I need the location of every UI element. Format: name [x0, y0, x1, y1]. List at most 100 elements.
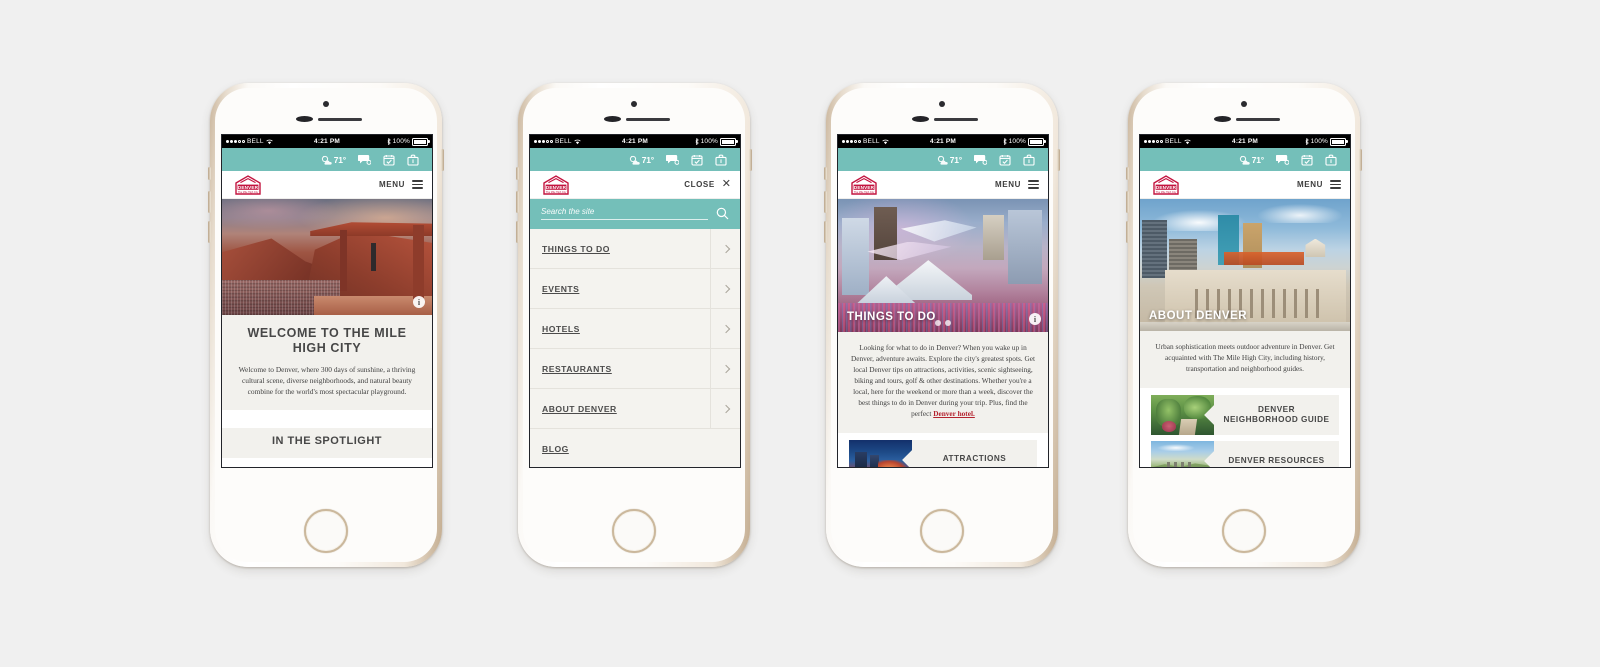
- temperature-label: 71°: [641, 154, 654, 165]
- calendar-check-icon[interactable]: [383, 154, 395, 166]
- weather-widget[interactable]: 71°: [629, 155, 654, 165]
- volume-down-button[interactable]: [208, 221, 211, 243]
- briefcase-icon[interactable]: [715, 154, 727, 166]
- next-section-band: IN THE SPOTLIGHT: [222, 428, 432, 459]
- briefcase-icon[interactable]: [1325, 154, 1337, 166]
- card-list-things-to-do: ATTRACTIONS: [838, 432, 1048, 467]
- chat-bubble-icon[interactable]: [358, 154, 371, 165]
- main-nav-list: THINGS TO DO EVENTS HOTELS RESTAURANTS A…: [530, 229, 740, 467]
- nav-item-label: BLOG: [542, 443, 569, 454]
- volume-up-button[interactable]: [208, 191, 211, 213]
- status-bar: BELL 4:21 PM 100%: [1140, 135, 1350, 148]
- mute-switch[interactable]: [516, 167, 519, 180]
- utility-bar: 71°: [838, 148, 1048, 171]
- menu-label[interactable]: MENU: [1297, 180, 1323, 189]
- site-header: DENVER The Mile High City MENU: [838, 171, 1048, 199]
- power-button[interactable]: [1359, 149, 1362, 171]
- weather-widget[interactable]: 71°: [1239, 155, 1264, 165]
- front-camera-icon: [631, 101, 637, 107]
- volume-down-button[interactable]: [516, 221, 519, 243]
- calendar-check-icon[interactable]: [691, 154, 703, 166]
- battery-full-icon: [720, 137, 738, 146]
- carrier-label: BELL: [863, 138, 880, 145]
- power-button[interactable]: [441, 149, 444, 171]
- front-camera-icon: [1241, 101, 1247, 107]
- volume-up-button[interactable]: [1126, 191, 1129, 213]
- weather-widget[interactable]: 71°: [321, 155, 346, 165]
- search-input[interactable]: [541, 206, 708, 220]
- volume-up-button[interactable]: [516, 191, 519, 213]
- briefcase-icon[interactable]: [1023, 154, 1035, 166]
- chat-bubble-icon[interactable]: [1276, 154, 1289, 165]
- hero-things-to-do[interactable]: THINGS TO DO i: [838, 199, 1048, 332]
- card-attractions[interactable]: ATTRACTIONS: [849, 439, 1037, 467]
- hero-red-rocks[interactable]: i: [222, 199, 432, 315]
- chat-bubble-icon[interactable]: [974, 154, 987, 165]
- denver-logo[interactable]: DENVER The Mile High City: [539, 174, 573, 196]
- bluetooth-icon: [1003, 138, 1007, 145]
- mute-switch[interactable]: [208, 167, 211, 180]
- power-button[interactable]: [749, 149, 752, 171]
- mute-switch[interactable]: [1126, 167, 1129, 180]
- hero-about-denver[interactable]: ABOUT DENVER: [1140, 199, 1350, 331]
- clock-label: 4:21 PM: [314, 138, 340, 145]
- denver-logo[interactable]: DENVER The Mile High City: [847, 174, 881, 196]
- phone-device-things-to-do: BELL 4:21 PM 100% 71° DENVER The Mile Hi…: [824, 83, 1060, 567]
- hero-info-badge[interactable]: i: [1029, 313, 1041, 325]
- home-button[interactable]: [1222, 509, 1266, 553]
- menu-label[interactable]: MENU: [995, 180, 1021, 189]
- battery-full-icon: [1330, 137, 1348, 146]
- nav-item-about-denver[interactable]: ABOUT DENVER: [530, 389, 740, 429]
- nav-item-things-to-do[interactable]: THINGS TO DO: [530, 229, 740, 269]
- home-button[interactable]: [612, 509, 656, 553]
- search-submit-button[interactable]: [708, 207, 729, 220]
- denver-logo[interactable]: DENVER The Mile High City: [231, 174, 265, 196]
- menu-label[interactable]: MENU: [379, 180, 405, 189]
- calendar-check-icon[interactable]: [1301, 154, 1313, 166]
- denver-hotel-link[interactable]: Denver hotel.: [933, 409, 975, 418]
- mute-switch[interactable]: [824, 167, 827, 180]
- close-label[interactable]: CLOSE: [684, 180, 715, 189]
- screen-home: BELL 4:21 PM 100% 71° DENVER The Mile Hi…: [221, 134, 433, 468]
- close-x-icon[interactable]: ✕: [722, 179, 731, 190]
- intro-block-about-denver: Urban sophistication meets outdoor adven…: [1140, 331, 1350, 388]
- clock-label: 4:21 PM: [1232, 138, 1258, 145]
- denver-logo[interactable]: DENVER The Mile High City: [1149, 174, 1183, 196]
- power-button[interactable]: [1057, 149, 1060, 171]
- briefcase-icon[interactable]: [407, 154, 419, 166]
- card-denver-resources[interactable]: DENVER RESOURCES: [1151, 440, 1339, 467]
- nav-item-label: HOTELS: [542, 323, 580, 334]
- nav-item-blog[interactable]: BLOG: [530, 429, 740, 467]
- hamburger-menu-icon[interactable]: [1330, 180, 1341, 189]
- status-bar: BELL 4:21 PM 100%: [530, 135, 740, 148]
- calendar-check-icon[interactable]: [999, 154, 1011, 166]
- site-header: DENVER The Mile High City MENU: [1140, 171, 1350, 199]
- home-button[interactable]: [304, 509, 348, 553]
- clock-label: 4:21 PM: [622, 138, 648, 145]
- card-neighborhood-guide[interactable]: DENVER NEIGHBORHOOD GUIDE: [1151, 394, 1339, 435]
- chat-bubble-icon[interactable]: [666, 154, 679, 165]
- bluetooth-icon: [1305, 138, 1309, 145]
- nav-item-events[interactable]: EVENTS: [530, 269, 740, 309]
- proximity-sensor: [296, 116, 313, 122]
- partly-cloudy-sun-icon: [630, 155, 640, 165]
- chevron-right-icon[interactable]: [710, 269, 740, 308]
- proximity-sensor: [1214, 116, 1231, 122]
- chevron-right-icon[interactable]: [710, 389, 740, 428]
- hero-info-badge[interactable]: i: [413, 296, 425, 308]
- volume-down-button[interactable]: [1126, 221, 1129, 243]
- chevron-right-icon[interactable]: [710, 349, 740, 388]
- chevron-right-icon[interactable]: [710, 309, 740, 348]
- battery-full-icon: [412, 137, 430, 146]
- nav-item-restaurants[interactable]: RESTAURANTS: [530, 349, 740, 389]
- nav-item-hotels[interactable]: HOTELS: [530, 309, 740, 349]
- hamburger-menu-icon[interactable]: [412, 180, 423, 189]
- weather-widget[interactable]: 71°: [937, 155, 962, 165]
- chevron-right-icon[interactable]: [710, 229, 740, 268]
- home-button[interactable]: [920, 509, 964, 553]
- svg-text:DENVER: DENVER: [1156, 184, 1177, 189]
- volume-down-button[interactable]: [824, 221, 827, 243]
- carousel-dots[interactable]: [935, 320, 951, 326]
- hamburger-menu-icon[interactable]: [1028, 180, 1039, 189]
- volume-up-button[interactable]: [824, 191, 827, 213]
